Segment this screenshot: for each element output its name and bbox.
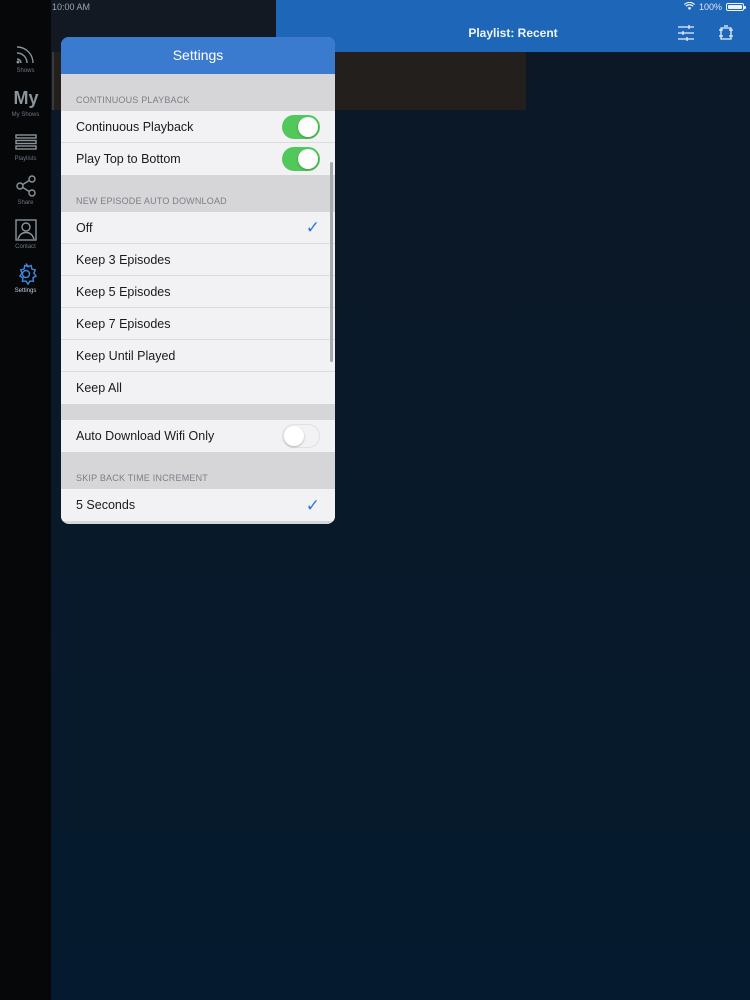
share-icon <box>14 174 38 198</box>
filter-list-icon[interactable] <box>676 24 696 42</box>
option-keep-5-episodes[interactable]: Keep 5 Episodes <box>61 276 335 308</box>
battery-icon <box>726 3 746 11</box>
settings-popover: Settings CONTINUOUS PLAYBACK Continuous … <box>61 37 335 524</box>
toggle-knob <box>298 116 318 137</box>
section-header-continuous: CONTINUOUS PLAYBACK <box>61 74 335 111</box>
setting-label: Play Top to Bottom <box>76 152 181 166</box>
sidebar: Shows My My Shows Playlists Share Contac… <box>0 0 51 1000</box>
option-keep-all[interactable]: Keep All <box>61 372 335 404</box>
setting-label: Continuous Playback <box>76 119 194 134</box>
section-wifi: Auto Download Wifi Only <box>61 420 335 452</box>
gear-icon <box>14 262 38 286</box>
continuous-playback-toggle[interactable] <box>282 114 320 139</box>
option-keep-7-episodes[interactable]: Keep 7 Episodes <box>61 308 335 340</box>
option-label: Keep Until Played <box>76 348 176 363</box>
option-keep-until-played[interactable]: Keep Until Played <box>61 340 335 372</box>
sidebar-item-share[interactable]: Share <box>0 174 51 206</box>
play-top-to-bottom-toggle[interactable] <box>282 147 320 171</box>
option-label: Keep 3 Episodes <box>76 252 171 267</box>
section-continuous: Continuous Playback Play Top to Bottom <box>61 111 335 175</box>
my-icon: My <box>13 88 39 108</box>
settings-title: Settings <box>61 37 335 74</box>
sidebar-label: Share <box>17 200 34 206</box>
sidebar-item-settings[interactable]: Settings <box>0 262 51 294</box>
contact-icon <box>14 218 38 242</box>
sidebar-label: Shows <box>16 68 35 74</box>
section-spacer <box>61 404 335 420</box>
list-icon <box>14 130 38 154</box>
checkmark-icon: ✓ <box>305 495 320 515</box>
sidebar-item-shows[interactable]: Shows <box>0 42 51 74</box>
option-label: Keep 5 Episodes <box>76 284 171 299</box>
sidebar-label: My Shows <box>11 112 40 118</box>
option-label: Keep All <box>76 381 122 395</box>
popover-scrollbar[interactable] <box>330 162 333 362</box>
section-header-auto-download: NEW EPISODE AUTO DOWNLOAD <box>61 175 335 212</box>
section-auto-download: Off ✓ Keep 3 Episodes Keep 5 Episodes Ke… <box>61 212 335 404</box>
wifi-only-toggle[interactable] <box>282 424 320 448</box>
checkmark-icon: ✓ <box>305 218 320 237</box>
battery-percent: 100% <box>698 2 722 12</box>
section-skip-back: 5 Seconds ✓ <box>61 489 335 521</box>
status-time: 10:00 AM <box>52 2 91 12</box>
toggle-knob <box>298 149 318 169</box>
option-label: Keep 7 Episodes <box>76 316 171 331</box>
option-off[interactable]: Off ✓ <box>61 212 335 244</box>
wifi-icon <box>683 1 696 12</box>
edit-playlist-icon[interactable] <box>716 24 736 42</box>
status-bar: 10:00 AM 100% <box>0 0 750 14</box>
sidebar-label: Contact <box>15 244 36 250</box>
setting-row-continuous-playback: Continuous Playback <box>61 111 335 143</box>
setting-row-play-top-to-bottom: Play Top to Bottom <box>61 143 335 175</box>
section-header-skip-back: SKIP BACK TIME INCREMENT <box>61 452 335 489</box>
setting-row-wifi-only: Auto Download Wifi Only <box>61 420 335 452</box>
option-label: 5 Seconds <box>76 498 136 512</box>
sidebar-item-playlists[interactable]: Playlists <box>0 130 51 162</box>
option-label: Off <box>76 220 93 235</box>
option-keep-3-episodes[interactable]: Keep 3 Episodes <box>61 244 335 276</box>
setting-label: Auto Download Wifi Only <box>76 429 215 443</box>
status-right: 100% <box>683 1 746 12</box>
sidebar-item-contact[interactable]: Contact <box>0 218 51 250</box>
sidebar-item-my-shows[interactable]: My My Shows <box>0 86 51 118</box>
toggle-knob <box>284 426 304 446</box>
option-5-seconds[interactable]: 5 Seconds ✓ <box>61 489 335 521</box>
sidebar-label: Settings <box>14 288 37 294</box>
sidebar-label: Playlists <box>14 156 37 162</box>
rss-icon <box>14 42 38 66</box>
